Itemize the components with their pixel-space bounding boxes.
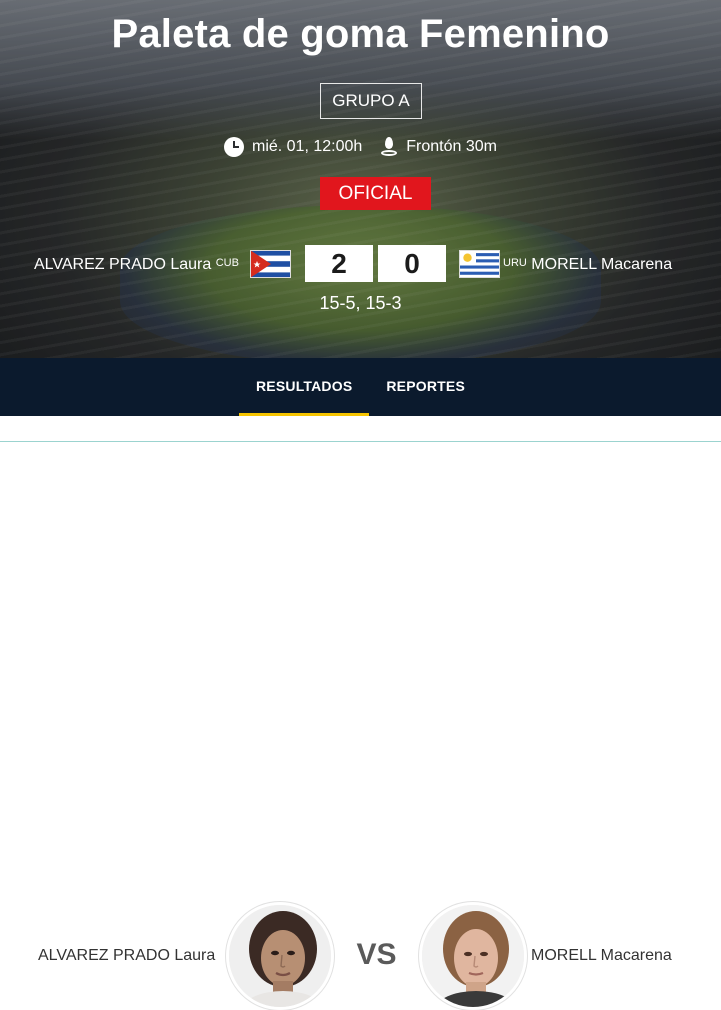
away-score: 0	[378, 245, 446, 282]
event-meta: mié. 01, 12:00h Frontón 30m	[0, 137, 721, 157]
event-hero: Paleta de goma Femenino GRUPO A mié. 01,…	[0, 0, 721, 358]
home-team: ALVAREZ PRADO Laura CUB	[34, 256, 239, 274]
event-venue: Frontón 30m	[380, 137, 497, 157]
versus-section: ALVAREZ PRADO Laura VS MORELL Macarena	[0, 442, 721, 1010]
home-team-code: CUB	[215, 257, 239, 269]
clock-icon	[223, 137, 244, 157]
right-player-avatar[interactable]	[419, 902, 527, 1010]
event-header: Paleta de goma Femenino GRUPO A mié. 01,…	[0, 0, 721, 358]
tab-resultados[interactable]: RESULTADOS	[239, 358, 370, 416]
event-title: Paleta de goma Femenino	[111, 12, 610, 56]
away-team: URU MORELL Macarena	[503, 256, 672, 274]
event-tabs: RESULTADOS REPORTES	[0, 358, 721, 416]
location-pin-icon	[380, 137, 398, 157]
group-badge: GRUPO A	[320, 83, 422, 119]
home-team-name: ALVAREZ PRADO Laura	[34, 256, 212, 273]
right-player-name: MORELL Macarena	[531, 947, 672, 964]
away-team-name: MORELL Macarena	[531, 256, 673, 273]
datetime-text: mié. 01, 12:00h	[251, 138, 363, 155]
set-scores: 15-5, 15-3	[319, 293, 402, 313]
cuba-flag-icon	[250, 250, 291, 278]
status-badge: OFICIAL	[320, 177, 431, 210]
right-player-photo	[422, 905, 524, 1007]
tab-reportes[interactable]: REPORTES	[369, 358, 482, 416]
left-player-avatar[interactable]	[226, 902, 334, 1010]
venue-text: Frontón 30m	[406, 138, 497, 155]
away-team-code: URU	[503, 257, 527, 269]
uruguay-flag-icon	[459, 250, 500, 278]
event-datetime: mié. 01, 12:00h	[223, 137, 363, 157]
left-player-name: ALVAREZ PRADO Laura	[38, 947, 216, 964]
versus-label: VS	[356, 938, 397, 971]
home-score: 2	[305, 245, 373, 282]
left-player-photo	[229, 905, 331, 1007]
